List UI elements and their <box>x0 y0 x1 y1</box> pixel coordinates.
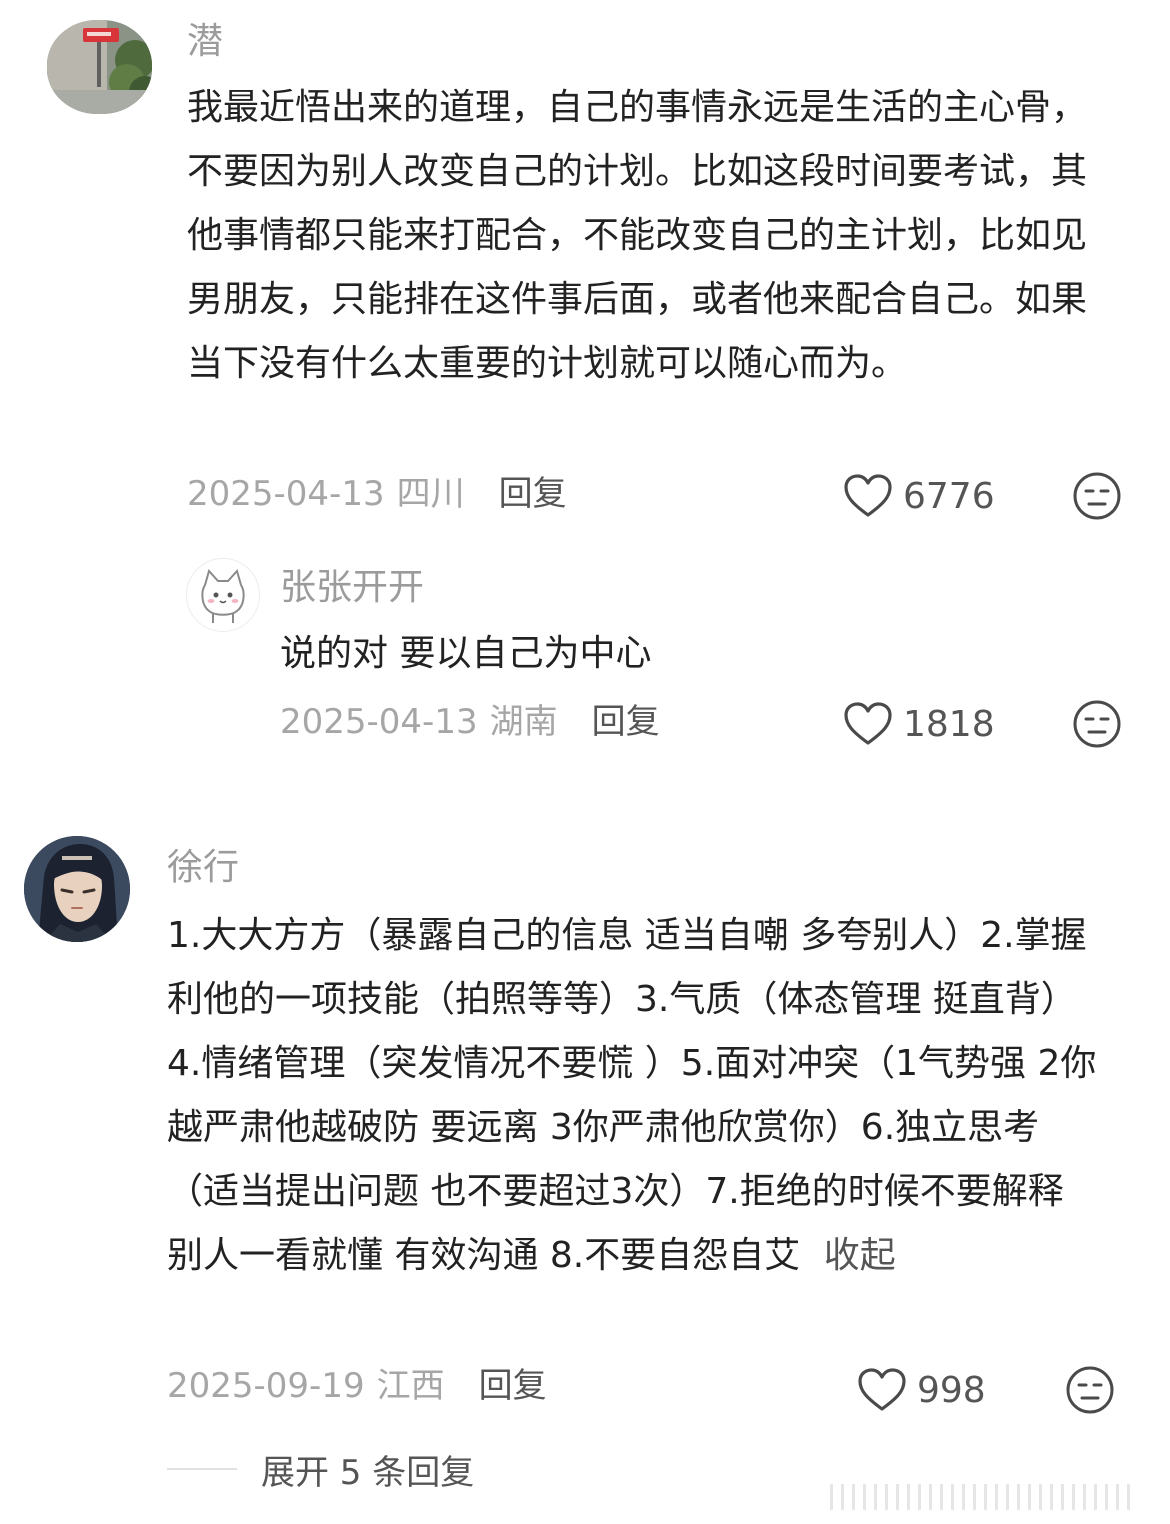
comment-text: 我最近悟出来的道理，自己的事情永远是生活的主心骨，不要因为别人改变自己的计划。比… <box>187 87 1088 384</box>
reply-button[interactable]: 回复 <box>592 700 660 744</box>
comment-location: 江西 <box>376 1366 445 1406</box>
like-button[interactable]: 1818 <box>843 699 995 749</box>
dislike-button[interactable] <box>1072 699 1122 749</box>
comment-body: 1.大大方方（暴露自己的信息 适当自嘲 多夸别人）2.掌握利他的一项技能（拍照等… <box>167 915 1097 1276</box>
cat-avatar-icon <box>201 568 245 623</box>
neutral-face-icon <box>1073 700 1121 748</box>
comment-username[interactable]: 潜 <box>187 20 223 64</box>
comment-item: 潜 我最近悟出来的道理，自己的事情永远是生活的主心骨，不要因为别人改变自己的计划… <box>0 0 1170 780</box>
reply-text: 说的对 要以自己为中心 <box>280 633 652 674</box>
heart-outline-icon <box>844 474 892 517</box>
avatar[interactable] <box>47 20 152 114</box>
reply-button[interactable]: 回复 <box>499 472 567 516</box>
like-button[interactable]: 998 <box>857 1365 986 1415</box>
avatar-photo <box>47 20 152 114</box>
heart-outline-icon <box>844 702 892 745</box>
like-button[interactable]: 6776 <box>843 471 995 521</box>
neutral-face-icon <box>1066 1366 1114 1414</box>
comment-date: 2025-04-13 <box>187 474 385 514</box>
anime-avatar-icon <box>24 836 130 942</box>
neutral-face-icon <box>1073 472 1121 520</box>
collapse-button[interactable]: 收起 <box>824 1235 896 1276</box>
like-count: 1818 <box>903 703 995 745</box>
reply-date: 2025-04-13 <box>280 702 478 742</box>
dislike-button[interactable] <box>1072 471 1122 521</box>
like-count: 6776 <box>903 475 995 517</box>
comment-text: 1.大大方方（暴露自己的信息 适当自嘲 多夸别人）2.掌握利他的一项技能（拍照等… <box>167 904 1107 1288</box>
comment-location: 四川 <box>396 474 465 514</box>
heart-outline-icon <box>858 1368 906 1411</box>
reply-meta: 2025-04-13 湖南 回复 <box>280 700 660 744</box>
reply-username[interactable]: 张张开开 <box>280 566 424 610</box>
dislike-button[interactable] <box>1065 1365 1115 1415</box>
watermark-stripes <box>830 1484 1130 1510</box>
reply-location: 湖南 <box>489 702 558 742</box>
comment-meta: 2025-04-13 四川 回复 <box>187 472 567 516</box>
comment-meta: 2025-09-19 江西 回复 <box>167 1364 547 1408</box>
comment-date: 2025-09-19 <box>167 1366 365 1406</box>
reply-button[interactable]: 回复 <box>479 1364 547 1408</box>
divider-line <box>167 1468 237 1470</box>
expand-replies-button[interactable]: 展开 5 条回复 <box>167 1444 474 1494</box>
expand-replies-label: 展开 5 条回复 <box>261 1452 475 1493</box>
like-count: 998 <box>917 1369 986 1411</box>
comment-item: 徐行 1.大大方方（暴露自己的信息 适当自嘲 多夸别人）2.掌握利他的一项技能（… <box>0 820 1170 1524</box>
avatar[interactable] <box>24 836 130 942</box>
reply-avatar[interactable] <box>186 558 260 632</box>
comment-username[interactable]: 徐行 <box>167 846 239 890</box>
